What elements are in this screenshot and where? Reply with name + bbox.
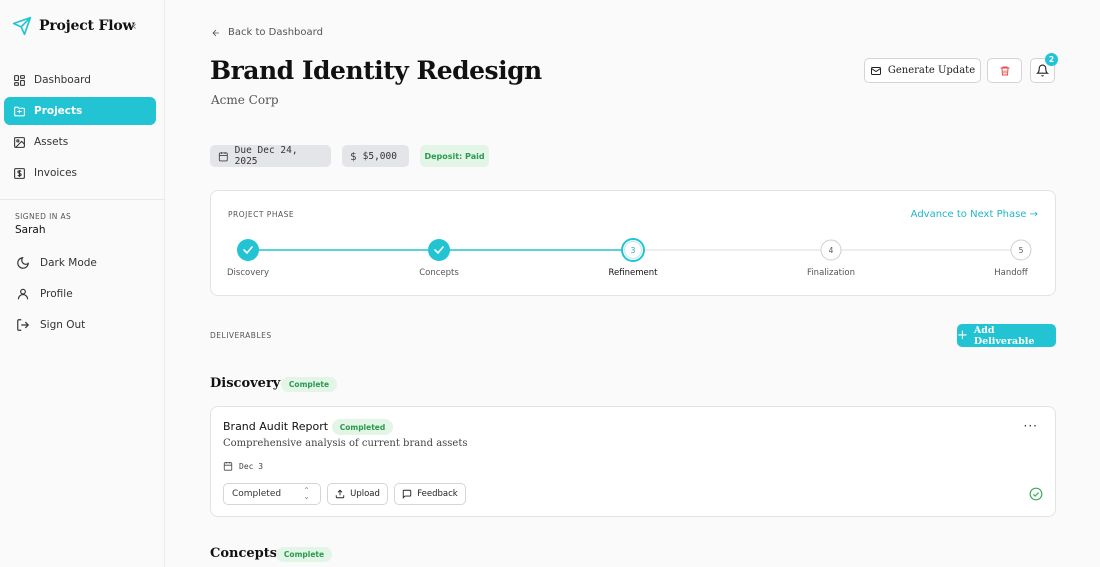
due-date: Due Dec 24, 2025 bbox=[234, 145, 298, 167]
add-deliverable-label: Add Deliverable bbox=[973, 324, 1035, 347]
section-status-badge: Complete bbox=[276, 547, 332, 562]
app-name: Project Flow bbox=[39, 18, 135, 34]
status-select[interactable]: Completed ⌃ ⌄ bbox=[223, 483, 321, 505]
image-icon bbox=[14, 136, 25, 148]
section-title-discovery: Discovery bbox=[210, 376, 281, 391]
back-label: Back to Dashboard bbox=[228, 27, 323, 38]
add-deliverable-button[interactable]: + Add Deliverable bbox=[957, 324, 1056, 347]
phase-step-label: Concepts bbox=[419, 268, 459, 278]
more-options-icon[interactable]: ··· bbox=[1024, 419, 1038, 433]
feedback-label: Feedback bbox=[417, 489, 458, 499]
sign-out-label: Sign Out bbox=[40, 318, 86, 331]
folder-icon bbox=[14, 106, 25, 116]
phase-step-number: 5 bbox=[1019, 246, 1024, 255]
sidebar-item-label: Invoices bbox=[34, 167, 78, 179]
dashboard-icon bbox=[14, 74, 25, 86]
dark-mode-label: Dark Mode bbox=[40, 256, 97, 269]
sidebar: Project Flow ‹ Dashboard Projects Assets… bbox=[0, 0, 165, 567]
user-name: Sarah bbox=[15, 224, 46, 236]
plus-icon: + bbox=[957, 328, 968, 343]
sidebar-nav: Dashboard Projects Assets Invoices bbox=[4, 66, 156, 190]
check-circle-icon bbox=[1029, 487, 1043, 501]
status-select-value: Completed bbox=[232, 489, 282, 499]
client-name: Acme Corp bbox=[211, 93, 279, 107]
section-status-badge: Complete bbox=[281, 377, 337, 392]
dark-mode-toggle[interactable]: Dark Mode bbox=[16, 247, 97, 278]
phase-stepper: 3 4 5 bbox=[237, 238, 1032, 262]
deliverable-status-badge: Completed bbox=[332, 419, 393, 435]
upload-button[interactable]: Upload bbox=[327, 483, 388, 505]
arrow-left-icon bbox=[212, 29, 219, 36]
deposit-status-badge: Deposit: Paid bbox=[420, 145, 489, 167]
upload-icon bbox=[335, 489, 345, 499]
upload-label: Upload bbox=[350, 489, 380, 499]
calendar-icon bbox=[218, 151, 228, 161]
sidebar-item-invoices[interactable]: Invoices bbox=[4, 159, 156, 187]
paper-plane-icon bbox=[12, 16, 32, 36]
sidebar-item-assets[interactable]: Assets bbox=[4, 128, 156, 156]
phase-step-discovery[interactable] bbox=[237, 239, 259, 261]
mail-icon bbox=[870, 66, 881, 75]
deliverable-date: Dec 3 bbox=[223, 461, 263, 471]
phase-step-label: Discovery bbox=[227, 268, 269, 278]
delete-button[interactable] bbox=[987, 58, 1022, 83]
user-icon bbox=[17, 288, 29, 299]
sidebar-item-label: Projects bbox=[34, 105, 83, 117]
phase-step-label: Handoff bbox=[994, 268, 1028, 278]
chevron-left-icon[interactable]: ‹ bbox=[132, 19, 137, 33]
generate-update-button[interactable]: Generate Update bbox=[864, 58, 981, 83]
calendar-icon bbox=[223, 461, 233, 471]
project-phase-card: PROJECT PHASE Advance to Next Phase → 34… bbox=[210, 190, 1056, 296]
dollar-icon bbox=[14, 167, 25, 179]
brand[interactable]: Project Flow bbox=[12, 16, 135, 36]
sign-out-link[interactable]: Sign Out bbox=[16, 309, 97, 340]
generate-update-label: Generate Update bbox=[887, 65, 976, 76]
phase-step-label: Finalization bbox=[807, 268, 855, 278]
deliverable-card: Brand Audit Report Completed Comprehensi… bbox=[210, 406, 1056, 517]
page-title: Brand Identity Redesign bbox=[210, 56, 542, 85]
notifications-button[interactable]: 2 bbox=[1030, 53, 1058, 83]
sign-out-icon bbox=[17, 318, 30, 331]
signed-in-label: SIGNED IN AS bbox=[15, 212, 72, 221]
sidebar-item-dashboard[interactable]: Dashboard bbox=[4, 66, 156, 94]
chevron-up-down-icon: ⌃ ⌄ bbox=[303, 486, 310, 501]
profile-label: Profile bbox=[40, 287, 73, 300]
message-icon bbox=[403, 489, 412, 499]
bell-icon bbox=[1036, 64, 1049, 77]
deliverable-title: Brand Audit Report bbox=[223, 420, 329, 433]
sidebar-item-projects[interactable]: Projects bbox=[4, 97, 156, 125]
sidebar-divider bbox=[0, 199, 165, 200]
due-date-chip: Due Dec 24, 2025 bbox=[210, 145, 331, 167]
phase-step-number: 4 bbox=[829, 246, 834, 255]
amount: $5,000 bbox=[362, 150, 397, 162]
feedback-button[interactable]: Feedback bbox=[394, 483, 466, 505]
profile-link[interactable]: Profile bbox=[16, 278, 97, 309]
section-title-concepts: Concepts bbox=[210, 546, 278, 561]
sidebar-item-label: Dashboard bbox=[34, 74, 91, 86]
back-link[interactable]: Back to Dashboard bbox=[211, 27, 323, 38]
phase-step-refinement[interactable]: 3 bbox=[621, 238, 645, 262]
sidebar-item-label: Assets bbox=[34, 136, 69, 148]
deliverables-label: DELIVERABLES bbox=[210, 331, 272, 340]
phase-step-handoff[interactable]: 5 bbox=[1010, 239, 1032, 261]
trash-icon bbox=[1000, 66, 1009, 75]
deliverable-date-text: Dec 3 bbox=[239, 461, 264, 471]
dollar-icon: $ bbox=[350, 149, 357, 163]
notification-count-badge: 2 bbox=[1045, 53, 1058, 66]
sidebar-footer-nav: Dark Mode Profile Sign Out bbox=[16, 247, 97, 340]
phase-step-finalization[interactable]: 4 bbox=[820, 239, 842, 261]
phase-step-label: Refinement bbox=[608, 268, 658, 278]
phase-step-number: 3 bbox=[631, 246, 636, 255]
moon-icon bbox=[17, 256, 29, 269]
deliverable-description: Comprehensive analysis of current brand … bbox=[223, 438, 468, 449]
phase-step-concepts[interactable] bbox=[428, 239, 450, 261]
amount-chip: $ $5,000 bbox=[342, 145, 409, 167]
